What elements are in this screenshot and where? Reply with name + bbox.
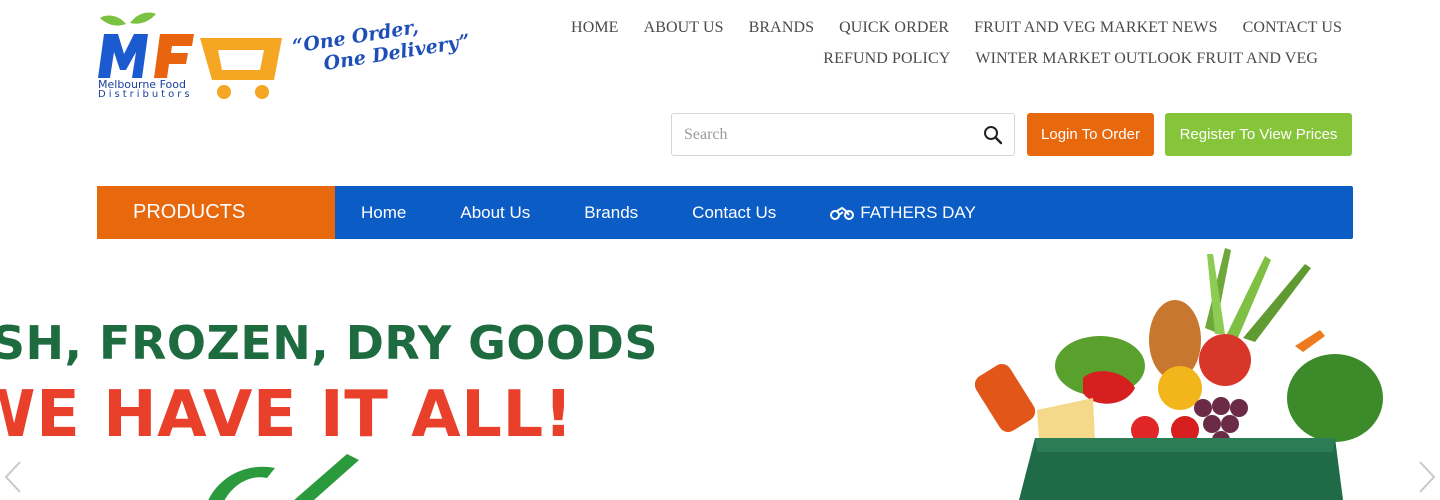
grocery-bag-image [975, 248, 1383, 500]
main-nav-home[interactable]: Home [361, 203, 406, 223]
main-nav-fathers-day[interactable]: FATHERS DAY [830, 203, 976, 223]
chevron-left-icon[interactable] [2, 460, 26, 494]
top-nav-contact-us[interactable]: CONTACT US [1243, 19, 1342, 37]
logo[interactable]: Melbourne Food Distributors “One Order, … [96, 8, 506, 103]
logo-company-line2: Distributors [98, 89, 193, 100]
top-nav-winter-outlook[interactable]: WINTER MARKET OUTLOOK FRUIT AND VEG [975, 50, 1318, 68]
hero-headline-line2: WE HAVE IT ALL! [0, 378, 574, 452]
main-nav-about-us[interactable]: About Us [460, 203, 530, 223]
top-nav-about-us[interactable]: ABOUT US [644, 19, 724, 37]
logo-company-name: Melbourne Food Distributors [98, 79, 193, 100]
motorbike-icon [830, 206, 855, 220]
login-to-order-button[interactable]: Login To Order [1027, 113, 1154, 156]
main-nav-brands[interactable]: Brands [584, 203, 638, 223]
search-icon[interactable] [983, 125, 1003, 145]
top-nav-row1: HOME ABOUT US BRANDS QUICK ORDER FRUIT A… [542, 12, 1342, 43]
top-nav-market-news[interactable]: FRUIT AND VEG MARKET NEWS [974, 19, 1217, 37]
top-nav-home[interactable]: HOME [571, 19, 619, 37]
chevron-right-icon[interactable] [1414, 460, 1438, 494]
checkmark-swoosh-icon [208, 454, 359, 500]
products-menu-button[interactable]: PRODUCTS [97, 186, 335, 239]
main-nav-items: Home About Us Brands Contact Us FATHERS … [335, 186, 1030, 239]
search-box [671, 113, 1015, 156]
register-button[interactable]: Register To View Prices [1165, 113, 1352, 156]
top-nav-refund-policy[interactable]: REFUND POLICY [823, 50, 950, 68]
search-input[interactable] [672, 114, 962, 155]
logo-tagline: “One Order, One Delivery” [291, 8, 472, 79]
hero-slider: ESH, FROZEN, DRY GOODS WE HAVE IT ALL! [0, 248, 1440, 500]
top-nav-row2: REFUND POLICY WINTER MARKET OUTLOOK FRUI… [542, 43, 1342, 74]
top-nav: HOME ABOUT US BRANDS QUICK ORDER FRUIT A… [542, 12, 1342, 74]
main-nav-bar: PRODUCTS Home About Us Brands Contact Us… [97, 186, 1353, 239]
main-nav-contact-us[interactable]: Contact Us [692, 203, 776, 223]
hero-headline-line1: ESH, FROZEN, DRY GOODS [0, 316, 658, 370]
fathers-day-label: FATHERS DAY [860, 202, 976, 222]
top-nav-brands[interactable]: BRANDS [749, 19, 815, 37]
top-nav-quick-order[interactable]: QUICK ORDER [839, 19, 949, 37]
